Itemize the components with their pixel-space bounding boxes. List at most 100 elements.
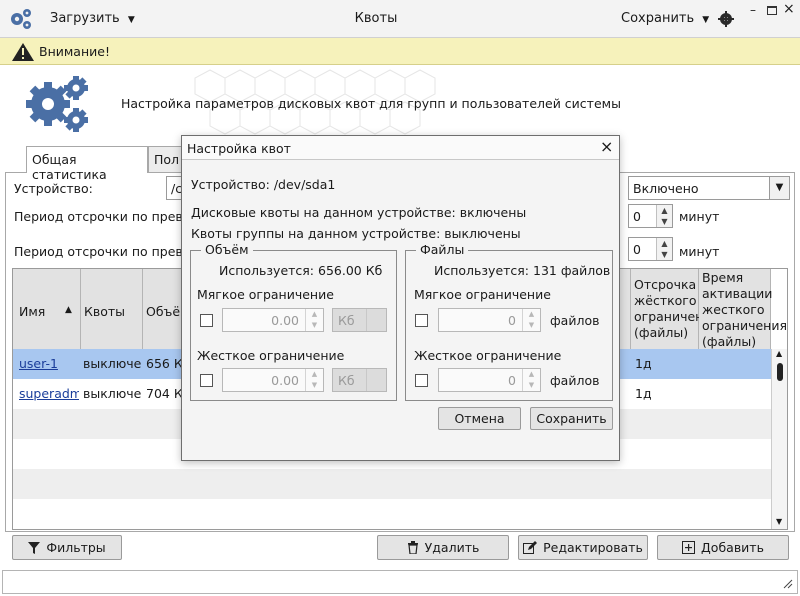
column-header-name-label: Имя	[19, 304, 46, 319]
dialog-group-quotas: Квоты группы на данном устройстве: выклю…	[191, 226, 521, 241]
row-name-link[interactable]: superadm	[19, 386, 79, 401]
title-bar: Загрузить ▼ Квоты Сохранить ▼ – ×	[0, 0, 800, 38]
maximize-icon[interactable]	[767, 6, 777, 15]
device-label: Устройство:	[14, 181, 93, 196]
column-header-activation-label: Время активации жесткого ограничения (фа…	[702, 270, 787, 349]
delete-button-label: Удалить	[424, 540, 480, 555]
column-header-activation[interactable]: Время активации жесткого ограничения (фа…	[699, 269, 787, 349]
grace-period-spinner-1[interactable]: 0 ▲ ▼	[628, 204, 673, 228]
volume-hard-unit-select[interactable]: Кб	[332, 368, 387, 392]
files-group: Файлы Используется: 131 файлов Мягкое ог…	[405, 242, 613, 401]
save-menu-label: Сохранить	[621, 11, 695, 26]
vertical-scrollbar[interactable]: ▲ ▼	[771, 349, 787, 529]
scrollbar-thumb[interactable]	[777, 363, 783, 381]
gear-icon[interactable]	[718, 11, 734, 27]
delete-button[interactable]: Удалить	[377, 535, 509, 560]
column-header-quotas[interactable]: Квоты	[81, 269, 143, 349]
grace-period-label-1: Период отсрочки по превыш	[14, 209, 205, 224]
volume-hard-unit: Кб	[338, 373, 355, 388]
dialog-title: Настройка квот	[187, 141, 291, 156]
warning-icon	[12, 43, 34, 61]
dialog-device: Устройство: /dev/sda1	[191, 177, 336, 192]
files-hard-label: Жесткое ограничение	[414, 348, 562, 363]
row-grace: 1д	[635, 356, 652, 371]
spin-arrows-icon[interactable]: ▲ ▼	[656, 205, 672, 227]
trash-icon	[407, 541, 418, 554]
volume-hard-value: 0.00	[271, 373, 299, 388]
save-menu[interactable]: Сохранить ▼	[621, 11, 709, 26]
column-header-grace-files[interactable]: Отсрочка жёсткого ограничения (файлы)	[631, 269, 719, 349]
resize-grip-icon[interactable]	[783, 579, 793, 589]
volume-soft-label: Мягкое ограничение	[197, 287, 334, 302]
chevron-down-icon: ▼	[702, 15, 710, 25]
files-soft-value: 0	[508, 313, 516, 328]
volume-hard-checkbox[interactable]	[200, 374, 213, 387]
dialog-titlebar: Настройка квот ×	[182, 136, 619, 160]
warning-bar[interactable]: Внимание!	[0, 38, 800, 65]
add-button[interactable]: Добавить	[657, 535, 789, 560]
files-hard-input[interactable]: 0 ▲ ▼	[438, 368, 541, 392]
plus-icon	[682, 541, 696, 554]
edit-button[interactable]: Редактировать	[518, 535, 648, 560]
volume-used: Используется: 656.00 Кб	[219, 263, 383, 278]
files-soft-input[interactable]: 0 ▲ ▼	[438, 308, 541, 332]
files-hard-value: 0	[508, 373, 516, 388]
volume-soft-unit: Кб	[338, 313, 355, 328]
spin-arrows-icon[interactable]: ▲ ▼	[522, 309, 540, 331]
files-hard-checkbox[interactable]	[415, 374, 428, 387]
close-icon[interactable]: ×	[783, 1, 795, 17]
settings-gears-icon	[26, 76, 88, 132]
files-soft-label: Мягкое ограничение	[414, 287, 551, 302]
grace-period-value-1: 0	[633, 209, 641, 224]
grace-period-spinner-2[interactable]: 0 ▲ ▼	[628, 237, 673, 261]
grace-period-value-2: 0	[633, 242, 641, 257]
column-header-grace-files-label: Отсрочка жёсткого ограничения (файлы)	[634, 277, 719, 340]
scroll-down-icon[interactable]: ▼	[776, 517, 782, 526]
column-header-name[interactable]: Имя ▲	[13, 269, 81, 349]
save-button[interactable]: Сохранить	[530, 407, 613, 430]
chevron-down-icon[interactable]: ▼	[769, 177, 789, 199]
spin-arrows-icon[interactable]: ▲ ▼	[305, 369, 323, 391]
spin-arrows-icon[interactable]: ▲ ▼	[305, 309, 323, 331]
tab-general-stats[interactable]: Общая статистика	[26, 146, 148, 182]
edit-button-label: Редактировать	[543, 540, 643, 555]
page-heading: Настройка параметров дисковых квот для г…	[121, 96, 621, 111]
volume-soft-input[interactable]: 0.00 ▲ ▼	[222, 308, 324, 332]
sort-asc-icon: ▲	[65, 305, 72, 315]
quota-settings-dialog: Настройка квот × Устройство: /dev/sda1 Д…	[181, 135, 620, 461]
row-name-link[interactable]: user-1	[19, 356, 79, 371]
table-row-empty	[13, 499, 785, 529]
files-soft-unit: файлов	[550, 313, 600, 328]
dialog-disk-quotas: Дисковые квоты на данном устройстве: вкл…	[191, 205, 527, 220]
volume-hard-input[interactable]: 0.00 ▲ ▼	[222, 368, 324, 392]
cancel-button[interactable]: Отмена	[438, 407, 521, 430]
minutes-label-1: минут	[679, 209, 720, 224]
filters-button-label: Фильтры	[46, 540, 106, 555]
minimize-icon[interactable]: –	[750, 3, 756, 17]
files-hard-unit: файлов	[550, 373, 600, 388]
spin-arrows-icon[interactable]: ▲ ▼	[656, 238, 672, 260]
status-bar	[2, 570, 798, 594]
volume-group: Объём Используется: 656.00 Кб Мягкое огр…	[190, 242, 397, 401]
row-volume: 656 К	[146, 356, 183, 371]
row-volume: 704 К	[146, 386, 183, 401]
files-soft-checkbox[interactable]	[415, 314, 428, 327]
grace-period-label-2: Период отсрочки по превыш	[14, 244, 205, 259]
volume-soft-value: 0.00	[271, 313, 299, 328]
volume-soft-checkbox[interactable]	[200, 314, 213, 327]
state-select[interactable]: Включено ▼	[628, 176, 790, 200]
funnel-icon	[28, 541, 41, 554]
row-quotas: выключен	[83, 386, 141, 401]
scroll-up-icon[interactable]: ▲	[776, 349, 782, 358]
table-row-empty	[13, 469, 785, 499]
volume-soft-unit-select[interactable]: Кб	[332, 308, 387, 332]
filters-button[interactable]: Фильтры	[12, 535, 122, 560]
state-select-value: Включено	[633, 181, 699, 196]
minutes-label-2: минут	[679, 244, 720, 259]
spin-arrows-icon[interactable]: ▲ ▼	[522, 369, 540, 391]
files-legend: Файлы	[416, 242, 469, 257]
dialog-close-icon[interactable]: ×	[600, 137, 613, 156]
volume-hard-label: Жесткое ограничение	[197, 348, 345, 363]
add-button-label: Добавить	[701, 540, 764, 555]
row-quotas: выключен	[83, 356, 141, 371]
